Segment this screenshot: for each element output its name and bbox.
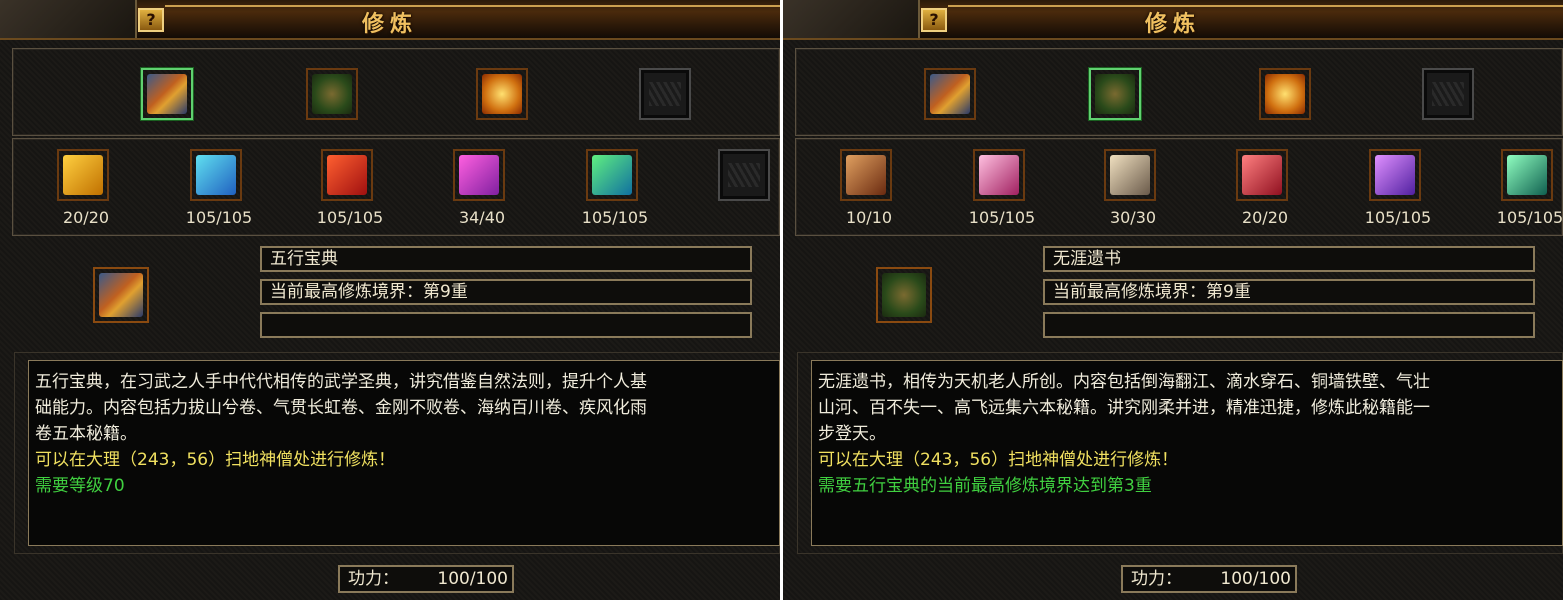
scroll-grey-icon[interactable] — [1104, 149, 1156, 201]
book-yellow-icon[interactable] — [57, 149, 109, 201]
location-text: 可以在大理（243，56）扫地神僧处进行修炼！ — [818, 450, 1179, 470]
description-line: 步登天。 — [818, 424, 886, 444]
title-bar: ? 修炼 — [0, 0, 780, 40]
gongli-field: 功力： 100/100 — [338, 565, 514, 593]
scroll-violet-icon[interactable] — [1369, 149, 1421, 201]
panel-title: 修炼 — [361, 12, 418, 37]
scroll-pink-icon[interactable] — [973, 149, 1025, 201]
gongli-value: 100/100 — [1220, 569, 1291, 589]
category-empty-slot[interactable] — [1422, 68, 1474, 120]
category-wuxing-icon[interactable] — [924, 68, 976, 120]
description-line: 无涯遗书，相传为天机老人所创。内容包括倒海翻江、滴水穿石、铜墙铁壁、气壮 — [818, 372, 1430, 392]
book-green-icon[interactable] — [586, 149, 638, 201]
book-count: 34/40 — [458, 208, 506, 227]
selected-book-icon — [93, 267, 149, 323]
cultivation-panel-left: ? 修炼 20/20 105/105 105/105 34/40 105/105… — [0, 0, 780, 600]
category-scrolls-icon[interactable] — [1089, 68, 1141, 120]
scroll-count: 30/30 — [1109, 208, 1157, 227]
empty-info-field — [1043, 312, 1535, 338]
book-count: 105/105 — [316, 208, 384, 227]
scroll-count: 20/20 — [1241, 208, 1289, 227]
requirement-text: 需要等级70 — [35, 476, 125, 496]
book-purple-icon[interactable] — [453, 149, 505, 201]
description-line: 卷五本秘籍。 — [35, 424, 137, 444]
category-empty-slot[interactable] — [639, 68, 691, 120]
title-bar: ? 修炼 — [783, 0, 1563, 40]
description-line: 五行宝典，在习武之人手中代代相传的武学圣典，讲究借鉴自然法则，提升个人基 — [35, 372, 647, 392]
category-gold-icon[interactable] — [1259, 68, 1311, 120]
book-cyan-icon[interactable] — [190, 149, 242, 201]
category-row — [795, 48, 1563, 136]
realm-field: 当前最高修炼境界：第9重 — [1043, 279, 1535, 305]
book-count: 20/20 — [62, 208, 110, 227]
category-row — [12, 48, 780, 136]
empty-info-field — [260, 312, 752, 338]
scroll-teal-icon[interactable] — [1501, 149, 1553, 201]
scroll-count: 105/105 — [1496, 208, 1563, 227]
description-line: 山河、百不失一、高飞远集六本秘籍。讲究刚柔并进，精准迅捷，修炼此秘籍能一 — [818, 398, 1430, 418]
selected-name-field: 五行宝典 — [260, 246, 752, 272]
book-red-icon[interactable] — [321, 149, 373, 201]
scroll-red-icon[interactable] — [1236, 149, 1288, 201]
book-count: 105/105 — [581, 208, 649, 227]
scroll-brown-icon[interactable] — [840, 149, 892, 201]
location-text: 可以在大理（243，56）扫地神僧处进行修炼！ — [35, 450, 396, 470]
gongli-field: 功力： 100/100 — [1121, 565, 1297, 593]
description-line: 础能力。内容包括力拔山兮卷、气贯长虹卷、金刚不败卷、海纳百川卷、疾风化雨 — [35, 398, 647, 418]
scroll-count: 105/105 — [1364, 208, 1432, 227]
selected-name-field: 无涯遗书 — [1043, 246, 1535, 272]
book-count: 105/105 — [185, 208, 253, 227]
gongli-label: 功力： — [348, 569, 399, 589]
category-wuxing-icon[interactable] — [141, 68, 193, 120]
selected-scroll-icon — [876, 267, 932, 323]
scroll-count: 10/10 — [845, 208, 893, 227]
panel-title: 修炼 — [1144, 12, 1201, 37]
description-box: 无涯遗书，相传为天机老人所创。内容包括倒海翻江、滴水穿石、铜墙铁壁、气壮 山河、… — [811, 360, 1563, 546]
requirement-text: 需要五行宝典的当前最高修炼境界达到第3重 — [818, 476, 1152, 496]
description-box: 五行宝典，在习武之人手中代代相传的武学圣典，讲究借鉴自然法则，提升个人基 础能力… — [28, 360, 780, 546]
scroll-count: 105/105 — [968, 208, 1036, 227]
gongli-label: 功力： — [1131, 569, 1182, 589]
cultivation-panel-right: ? 修炼 10/10 105/105 30/30 20/20 105/105 1… — [783, 0, 1563, 600]
gongli-value: 100/100 — [437, 569, 508, 589]
category-scrolls-icon[interactable] — [306, 68, 358, 120]
realm-field: 当前最高修炼境界：第9重 — [260, 279, 752, 305]
category-gold-icon[interactable] — [476, 68, 528, 120]
book-empty-slot[interactable] — [718, 149, 770, 201]
screenshot-root: ? 修炼 20/20 105/105 105/105 34/40 105/105… — [0, 0, 1563, 600]
